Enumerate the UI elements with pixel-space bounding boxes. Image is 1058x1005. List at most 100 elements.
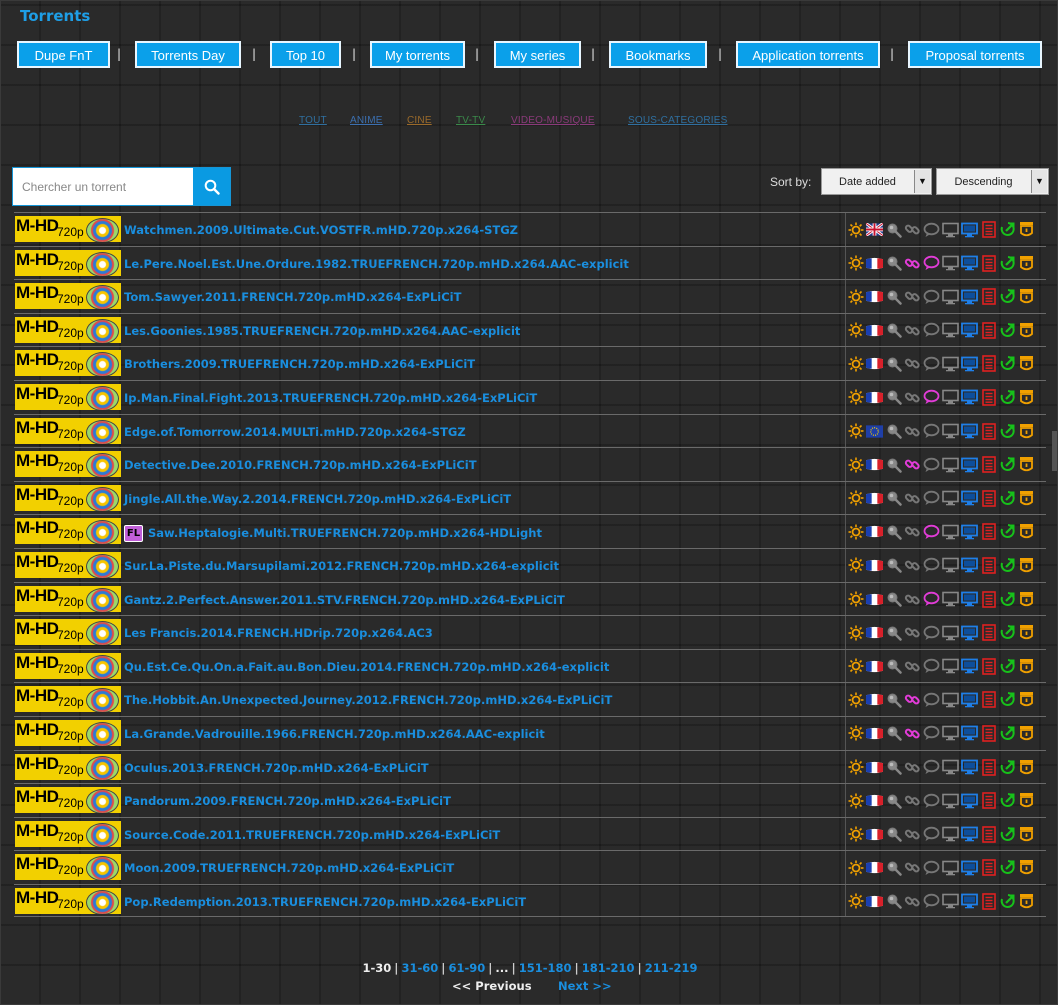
magnifier-icon[interactable] bbox=[885, 624, 902, 641]
comment-icon[interactable] bbox=[923, 725, 940, 742]
download-icon[interactable] bbox=[999, 557, 1016, 574]
link-icon[interactable] bbox=[904, 792, 921, 809]
bookmark-icon[interactable] bbox=[1018, 591, 1035, 608]
download-icon[interactable] bbox=[999, 322, 1016, 339]
category-link-video-musique[interactable]: VIDEO-MUSIQUE bbox=[511, 115, 595, 126]
mhd-720p-badge[interactable]: M-HD 720p bbox=[15, 451, 121, 478]
monitor-icon[interactable] bbox=[942, 389, 959, 406]
previous-page-link[interactable]: << Previous bbox=[452, 979, 532, 993]
monitor-icon[interactable] bbox=[942, 725, 959, 742]
nav-button-application-torrents[interactable]: Application torrents bbox=[736, 41, 880, 68]
magnifier-icon[interactable] bbox=[885, 591, 902, 608]
download-icon[interactable] bbox=[999, 859, 1016, 876]
magnifier-icon[interactable] bbox=[885, 725, 902, 742]
magnifier-icon[interactable] bbox=[885, 557, 902, 574]
nav-button-proposal-torrents[interactable]: Proposal torrents bbox=[908, 41, 1042, 68]
comment-icon[interactable] bbox=[923, 658, 940, 675]
download-icon[interactable] bbox=[999, 221, 1016, 238]
screen-icon[interactable] bbox=[961, 725, 978, 742]
bookmark-icon[interactable] bbox=[1018, 456, 1035, 473]
download-icon[interactable] bbox=[999, 523, 1016, 540]
screen-icon[interactable] bbox=[961, 355, 978, 372]
torrent-name-link[interactable]: Gantz.2.Perfect.Answer.2011.STV.FRENCH.7… bbox=[124, 593, 565, 607]
nfo-icon[interactable] bbox=[980, 792, 997, 809]
bookmark-icon[interactable] bbox=[1018, 658, 1035, 675]
mhd-720p-badge[interactable]: M-HD 720p bbox=[15, 350, 121, 377]
torrent-name-link[interactable]: Pandorum.2009.FRENCH.720p.mHD.x264-ExPLi… bbox=[124, 794, 451, 808]
mhd-720p-badge[interactable]: M-HD 720p bbox=[15, 316, 121, 343]
link-icon[interactable] bbox=[904, 826, 921, 843]
link-icon[interactable] bbox=[904, 557, 921, 574]
torrent-name-link[interactable]: Le.Pere.Noel.Est.Une.Ordure.1982.TRUEFRE… bbox=[124, 257, 629, 271]
download-icon[interactable] bbox=[999, 826, 1016, 843]
nfo-icon[interactable] bbox=[980, 254, 997, 272]
screen-icon[interactable] bbox=[961, 322, 978, 339]
nfo-icon[interactable] bbox=[980, 825, 997, 843]
link-icon[interactable] bbox=[904, 490, 921, 507]
comment-icon[interactable] bbox=[923, 255, 940, 272]
sort-order-select[interactable]: Descending ▼ bbox=[936, 168, 1049, 195]
bookmark-icon[interactable] bbox=[1018, 355, 1035, 372]
mhd-720p-badge[interactable]: M-HD 720p bbox=[15, 417, 121, 444]
comment-icon[interactable] bbox=[923, 423, 940, 440]
comment-icon[interactable] bbox=[923, 759, 940, 776]
nfo-icon[interactable] bbox=[980, 422, 997, 440]
comment-icon[interactable] bbox=[923, 322, 940, 339]
link-icon[interactable] bbox=[904, 322, 921, 339]
magnifier-icon[interactable] bbox=[885, 456, 902, 473]
bookmark-icon[interactable] bbox=[1018, 792, 1035, 809]
comment-icon[interactable] bbox=[923, 557, 940, 574]
torrent-name-link[interactable]: Sur.La.Piste.du.Marsupilami.2012.FRENCH.… bbox=[124, 559, 559, 573]
comment-icon[interactable] bbox=[923, 591, 940, 608]
screen-icon[interactable] bbox=[961, 826, 978, 843]
link-icon[interactable] bbox=[904, 658, 921, 675]
download-icon[interactable] bbox=[999, 691, 1016, 708]
bookmark-icon[interactable] bbox=[1018, 557, 1035, 574]
monitor-icon[interactable] bbox=[942, 792, 959, 809]
link-icon[interactable] bbox=[904, 859, 921, 876]
bookmark-icon[interactable] bbox=[1018, 759, 1035, 776]
magnifier-icon[interactable] bbox=[885, 221, 902, 238]
download-icon[interactable] bbox=[999, 423, 1016, 440]
monitor-icon[interactable] bbox=[942, 355, 959, 372]
monitor-icon[interactable] bbox=[942, 591, 959, 608]
torrent-name-link[interactable]: Edge.of.Tomorrow.2014.MULTi.mHD.720p.x26… bbox=[124, 425, 466, 439]
bookmark-icon[interactable] bbox=[1018, 523, 1035, 540]
magnifier-icon[interactable] bbox=[885, 389, 902, 406]
monitor-icon[interactable] bbox=[942, 557, 959, 574]
download-icon[interactable] bbox=[999, 490, 1016, 507]
mhd-720p-badge[interactable]: M-HD 720p bbox=[15, 753, 121, 780]
download-icon[interactable] bbox=[999, 792, 1016, 809]
bookmark-icon[interactable] bbox=[1018, 490, 1035, 507]
screen-icon[interactable] bbox=[961, 691, 978, 708]
monitor-icon[interactable] bbox=[942, 255, 959, 272]
screen-icon[interactable] bbox=[961, 893, 978, 910]
screen-icon[interactable] bbox=[961, 288, 978, 305]
link-icon[interactable] bbox=[904, 355, 921, 372]
download-icon[interactable] bbox=[999, 288, 1016, 305]
page-link[interactable]: 211-219 bbox=[645, 961, 698, 975]
monitor-icon[interactable] bbox=[942, 893, 959, 910]
monitor-icon[interactable] bbox=[942, 691, 959, 708]
page-link[interactable]: 61-90 bbox=[448, 961, 485, 975]
screen-icon[interactable] bbox=[961, 523, 978, 540]
monitor-icon[interactable] bbox=[942, 490, 959, 507]
magnifier-icon[interactable] bbox=[885, 792, 902, 809]
torrent-name-link[interactable]: Detective.Dee.2010.FRENCH.720p.mHD.x264-… bbox=[124, 458, 477, 472]
magnifier-icon[interactable] bbox=[885, 355, 902, 372]
bookmark-icon[interactable] bbox=[1018, 691, 1035, 708]
bookmark-icon[interactable] bbox=[1018, 255, 1035, 272]
magnifier-icon[interactable] bbox=[885, 490, 902, 507]
comment-icon[interactable] bbox=[923, 893, 940, 910]
magnifier-icon[interactable] bbox=[885, 288, 902, 305]
screen-icon[interactable] bbox=[961, 759, 978, 776]
screen-icon[interactable] bbox=[961, 792, 978, 809]
torrent-name-link[interactable]: La.Grande.Vadrouille.1966.FRENCH.720p.mH… bbox=[124, 727, 545, 741]
magnifier-icon[interactable] bbox=[885, 423, 902, 440]
mhd-720p-badge[interactable]: M-HD 720p bbox=[15, 652, 121, 679]
monitor-icon[interactable] bbox=[942, 456, 959, 473]
mhd-720p-badge[interactable]: M-HD 720p bbox=[15, 216, 121, 242]
magnifier-icon[interactable] bbox=[885, 759, 902, 776]
bookmark-icon[interactable] bbox=[1018, 389, 1035, 406]
magnifier-icon[interactable] bbox=[885, 859, 902, 876]
